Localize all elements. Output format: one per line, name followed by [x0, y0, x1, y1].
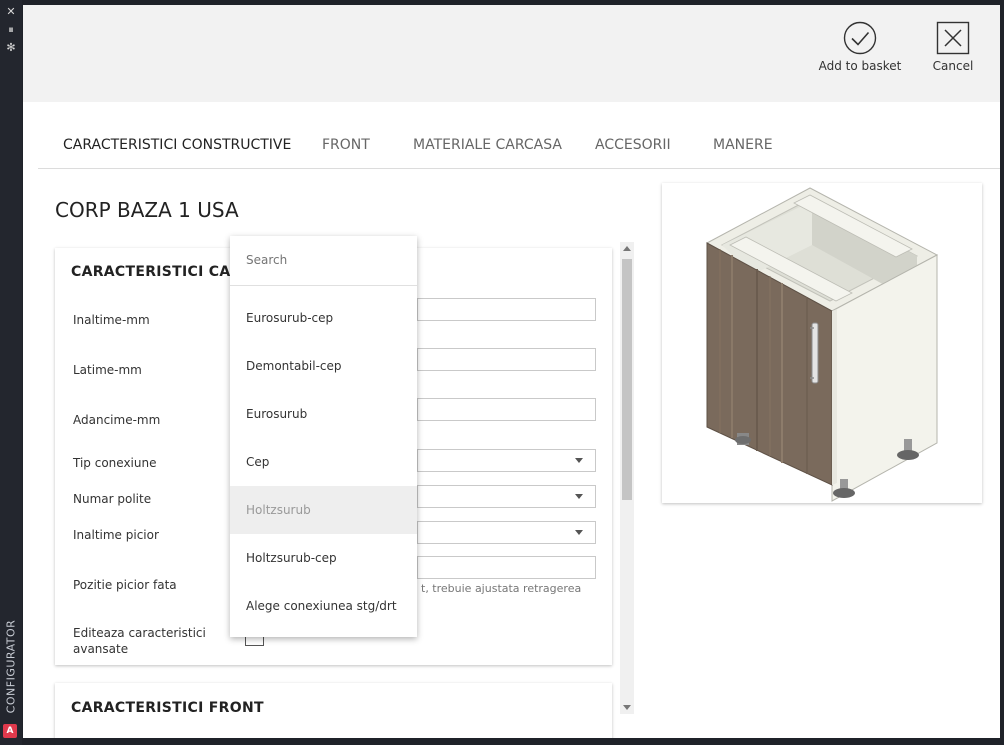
dropdown-option[interactable]: Eurosurub — [230, 390, 417, 438]
scroll-down-icon[interactable] — [623, 705, 631, 710]
dropdown-option[interactable]: Holtzsurub-cep — [230, 534, 417, 582]
dropdown-search — [230, 236, 417, 286]
tab-manere[interactable]: MANERE — [713, 137, 773, 153]
section-front-card: CARACTERISTICI FRONT — [55, 683, 612, 738]
dropdown-search-input[interactable] — [246, 253, 406, 267]
cancel-label: Cancel — [932, 59, 974, 73]
checkmark-icon — [843, 21, 877, 55]
action-bar: Add to basket Cancel — [23, 5, 1000, 102]
cabinet-preview — [662, 183, 982, 503]
dropdown-option[interactable]: Cep — [230, 438, 417, 486]
dropdown-option[interactable]: Alege conexiunea stg/drt — [230, 582, 417, 630]
scrollbar[interactable] — [620, 242, 634, 714]
chevron-down-icon — [575, 530, 583, 535]
field-hint: t, trebuie ajustata retragerea — [421, 582, 582, 595]
connection-dropdown: Eurosurub-cep Demontabil-cep Eurosurub C… — [230, 236, 417, 637]
tip-conexiune-select[interactable] — [417, 449, 596, 472]
latime-input[interactable] — [417, 348, 596, 371]
chevron-down-icon — [575, 458, 583, 463]
tab-front[interactable]: FRONT — [322, 137, 370, 153]
app-logo: A — [3, 724, 17, 738]
field-label-latime: Latime-mm — [73, 363, 142, 377]
field-label-inaltime-picior: Inaltime picior — [73, 528, 159, 542]
dropdown-option[interactable]: Eurosurub-cep — [230, 294, 417, 342]
tab-bar: CARACTERISTICI CONSTRUCTIVE FRONT MATERI… — [38, 102, 1000, 169]
advanced-label-line2: avansate — [73, 642, 129, 656]
field-label-tip-conexiune: Tip conexiune — [73, 456, 157, 470]
scroll-up-icon[interactable] — [623, 246, 631, 251]
section-title: CARACTERISTICI CA — [71, 264, 231, 280]
tab-materiale-carcasa[interactable]: MATERIALE CARCASA — [413, 137, 562, 153]
tab-accesorii[interactable]: ACCESORII — [595, 137, 671, 153]
close-icon[interactable]: ✕ — [0, 4, 22, 20]
pin-icon[interactable]: ⏸ — [0, 22, 22, 38]
section-title: CARACTERISTICI FRONT — [71, 700, 264, 716]
page-title: CORP BAZA 1 USA — [55, 198, 239, 222]
inaltime-picior-select[interactable] — [417, 521, 596, 544]
app-sidebar: ✕ ⏸ ✻ CONFIGURATOR A — [0, 0, 22, 745]
add-to-basket-label: Add to basket — [818, 59, 902, 73]
configurator-window: Add to basket Cancel CARACTERISTICI CONS… — [23, 5, 1000, 738]
advanced-label-line1: Editeaza caracteristici — [73, 626, 206, 640]
chevron-down-icon — [575, 494, 583, 499]
numar-polite-select[interactable] — [417, 485, 596, 508]
dropdown-option-highlighted[interactable]: Holtzsurub — [230, 486, 417, 534]
pozitie-picior-input[interactable] — [417, 556, 596, 579]
tab-caracteristici-constructive[interactable]: CARACTERISTICI CONSTRUCTIVE — [63, 137, 291, 153]
add-to-basket-button[interactable]: Add to basket — [815, 21, 905, 73]
close-box-icon — [936, 21, 970, 55]
field-label-pozitie-picior: Pozitie picior fata — [73, 578, 177, 592]
settings-icon[interactable]: ✻ — [0, 40, 22, 56]
scrollbar-thumb[interactable] — [622, 259, 632, 500]
adancime-input[interactable] — [417, 398, 596, 421]
field-label-numar-polite: Numar polite — [73, 492, 152, 506]
dropdown-option[interactable]: Demontabil-cep — [230, 342, 417, 390]
inaltime-input[interactable] — [417, 298, 596, 321]
cabinet-3d-icon — [705, 187, 939, 502]
field-label-adancime: Adancime-mm — [73, 413, 161, 427]
sidebar-title: CONFIGURATOR — [4, 619, 18, 714]
field-label-inaltime: Inaltime-mm — [73, 313, 150, 327]
cancel-button[interactable]: Cancel — [923, 21, 983, 73]
